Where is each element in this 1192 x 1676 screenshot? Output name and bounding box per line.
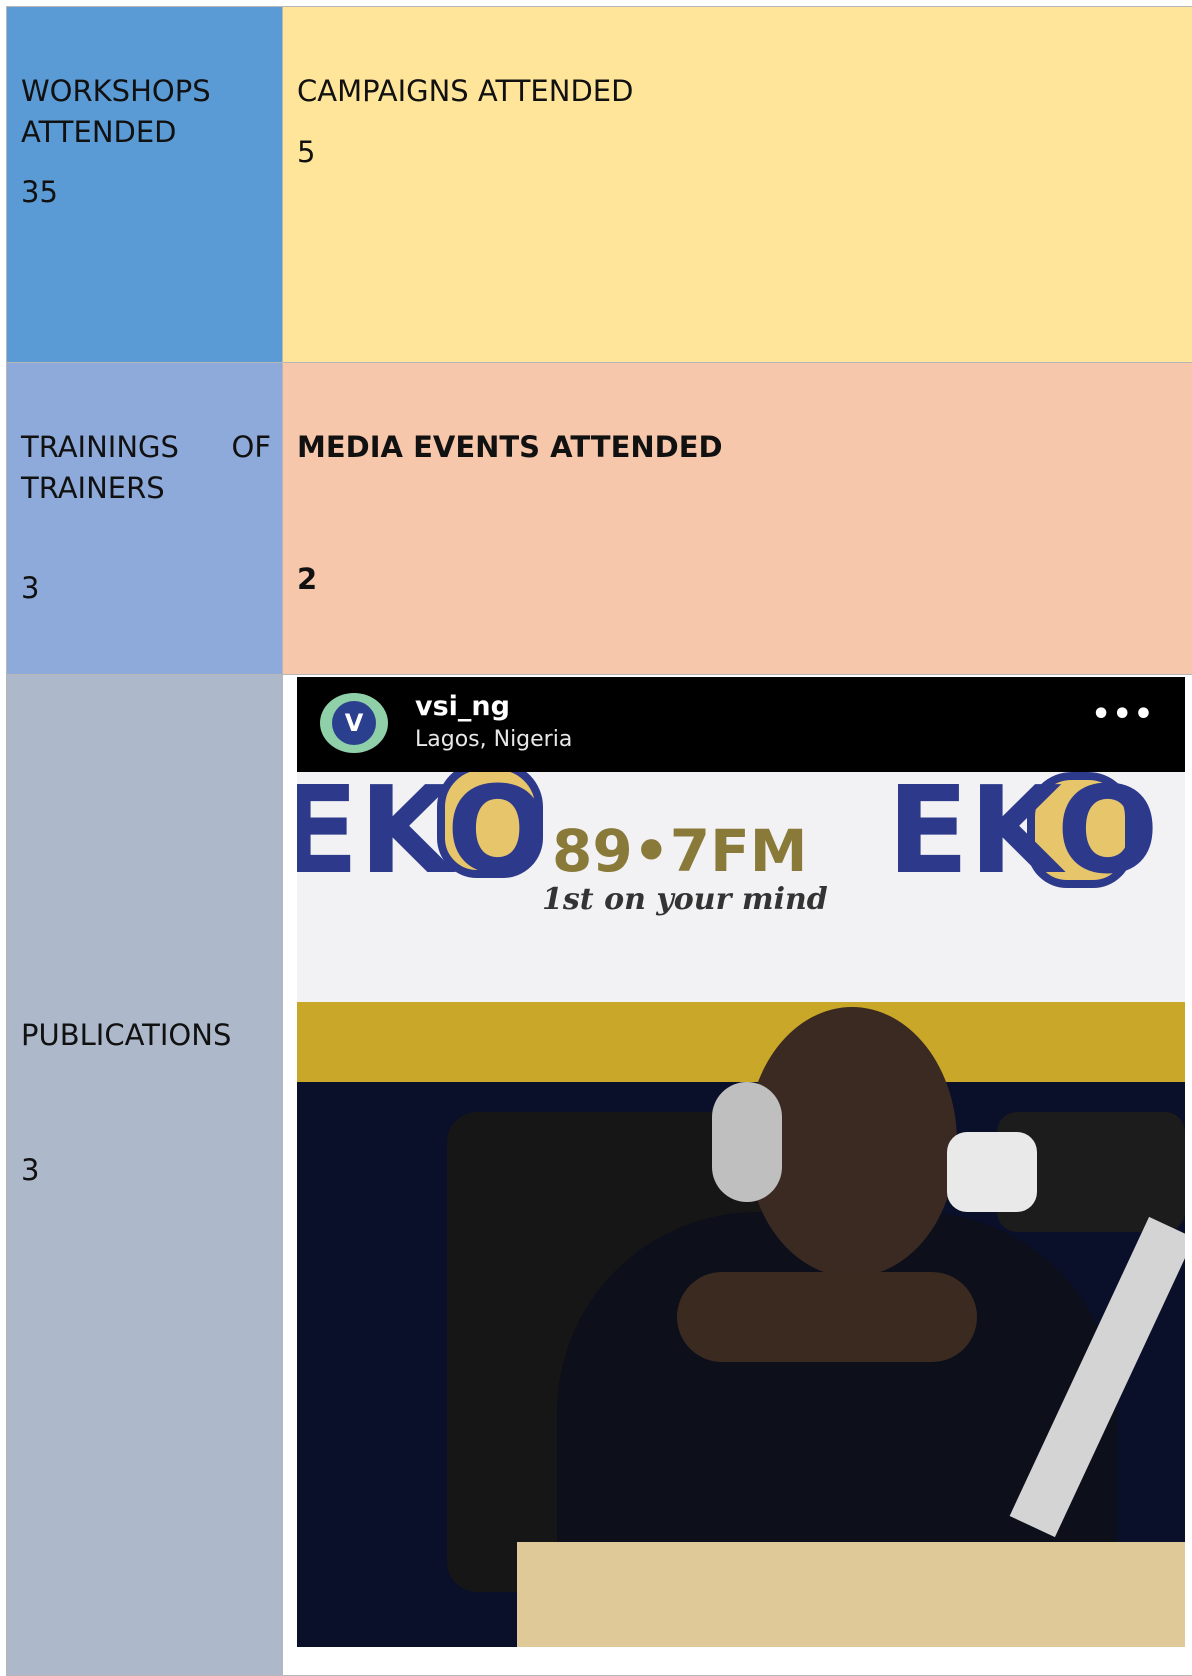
publications-cell: PUBLICATIONS 3 (6, 674, 283, 1676)
microphone-cover (947, 1132, 1037, 1212)
media-events-label: MEDIA EVENTS ATTENDED (297, 430, 723, 464)
workshops-cell: WORKSHOPS ATTENDED 35 (6, 6, 283, 363)
headphones (712, 1082, 782, 1202)
post-location[interactable]: Lagos, Nigeria (415, 727, 572, 752)
banner-tagline: 1st on your mind (542, 882, 828, 917)
media-events-value: 2 (297, 562, 318, 596)
post-header: V vsi_ng Lagos, Nigeria ••• (297, 677, 1185, 772)
workshops-value: 35 (21, 175, 58, 209)
radio-banner: EKO 89•7FM 1st on your mind EKO (297, 772, 1185, 1002)
studio-wall-stripe (297, 1002, 1185, 1082)
banner-brand: EKO (297, 772, 549, 901)
workshops-label: WORKSHOPS ATTENDED (21, 74, 211, 149)
post-photo: EKO 89•7FM 1st on your mind EKO (297, 772, 1185, 1647)
account-avatar[interactable]: V (320, 693, 388, 753)
publications-label: PUBLICATIONS (21, 1018, 232, 1052)
campaigns-value: 5 (297, 135, 316, 169)
banner-brand-repeat: EKO (887, 772, 1159, 901)
trainings-cell: TRAININGS OF TRAINERS 3 (6, 362, 283, 675)
instagram-post: V vsi_ng Lagos, Nigeria ••• EKO 89•7FM 1… (297, 677, 1185, 1647)
speaker-hands (677, 1272, 977, 1362)
campaigns-label: CAMPAIGNS ATTENDED (297, 74, 634, 108)
campaigns-cell: CAMPAIGNS ATTENDED 5 (282, 6, 1192, 363)
media-events-cell: MEDIA EVENTS ATTENDED 2 (282, 362, 1192, 675)
trainings-value: 3 (21, 571, 40, 605)
publications-value: 3 (21, 1153, 40, 1187)
more-options-icon[interactable]: ••• (1091, 697, 1155, 732)
banner-frequency: 89•7FM (552, 817, 808, 885)
account-avatar-logo: V (332, 701, 376, 745)
trainings-label: TRAININGS OF TRAINERS (21, 430, 271, 505)
post-username[interactable]: vsi_ng (415, 691, 510, 722)
studio-desk (517, 1542, 1185, 1647)
publication-photo-cell: V vsi_ng Lagos, Nigeria ••• EKO 89•7FM 1… (282, 674, 1192, 1676)
